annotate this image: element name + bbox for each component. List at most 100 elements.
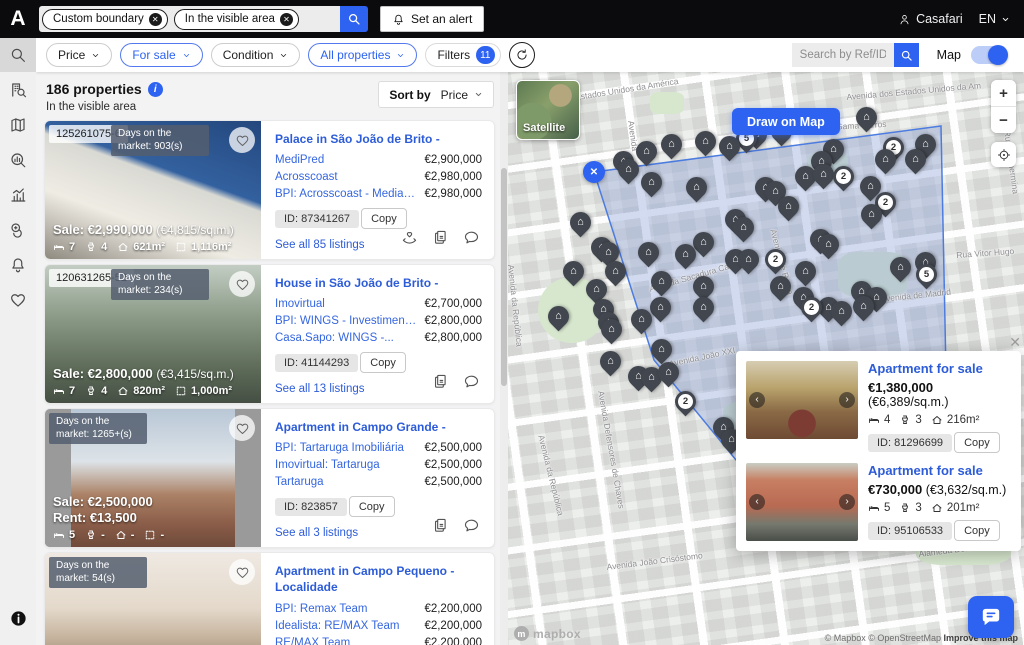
sidebar-item-property-sourcing[interactable] <box>0 72 36 107</box>
photo-next-button[interactable]: › <box>839 494 855 510</box>
map-property-pin[interactable]: ⌂ <box>871 145 901 175</box>
filter-chip-condition[interactable]: Condition <box>211 43 301 67</box>
photo-next-button[interactable]: › <box>839 392 855 408</box>
map-property-pin[interactable]: ⌂ <box>671 240 701 270</box>
map-property-pin[interactable]: ⌂ <box>827 297 857 327</box>
search-filter-chip[interactable]: In the visible area✕ <box>174 9 299 30</box>
source-name-link[interactable]: BPI: Acrosscoast - Mediação... <box>275 186 416 203</box>
filter-chip-all-properties[interactable]: All properties <box>308 43 417 67</box>
property-card[interactable]: 125261075-6 Days on the market: 903(s) S… <box>44 120 495 260</box>
map-property-pin[interactable]: ⌂ <box>627 305 657 335</box>
source-name-link[interactable]: Acrosscoast <box>275 169 338 186</box>
casafari-logo[interactable]: A <box>0 0 36 38</box>
ref-id-search-button[interactable] <box>894 43 919 67</box>
map-property-pin[interactable]: ⌂ <box>647 267 677 297</box>
zoom-in-button[interactable]: + <box>991 80 1016 106</box>
copy-id-button[interactable]: Copy <box>361 208 407 229</box>
remove-chip-icon[interactable]: ✕ <box>149 13 162 26</box>
support-chat-button[interactable] <box>968 596 1014 638</box>
filter-chip-for-sale[interactable]: For sale <box>120 43 202 67</box>
favourite-button[interactable] <box>229 271 255 297</box>
map-property-pin[interactable]: ⌂ <box>729 213 759 243</box>
copy-id-button[interactable]: Copy <box>954 432 1000 453</box>
map-property-pin[interactable]: ⌂ <box>691 127 721 157</box>
map-property-pin[interactable]: ⌂ <box>715 132 745 162</box>
popup-listing[interactable]: ‹ › Apartment for sale €730,000 (€3,632/… <box>746 463 1011 541</box>
sidebar-item-portfolio[interactable] <box>0 212 36 247</box>
photo-prev-button[interactable]: ‹ <box>749 494 765 510</box>
search-filter-chip[interactable]: Custom boundary✕ <box>42 9 168 30</box>
source-name-link[interactable]: BPI: Tartaruga Imobiliária <box>275 440 404 457</box>
documents-icon[interactable] <box>432 373 449 395</box>
sidebar-item-statistics[interactable] <box>0 177 36 212</box>
popup-listing[interactable]: ‹ › Apartment for sale €1,380,000 (€6,38… <box>746 361 1011 453</box>
see-all-listings-link[interactable]: See all 85 listings <box>275 239 365 251</box>
draw-on-map-button[interactable]: Draw on Map <box>732 108 840 135</box>
documents-icon[interactable] <box>432 517 449 539</box>
map-property-pin[interactable]: ⌂ <box>634 238 664 268</box>
documents-icon[interactable] <box>432 229 449 251</box>
mapbox-logo[interactable]: m mapbox <box>514 626 581 641</box>
property-card[interactable]: Days on the market: 1265+(s) Sale: €2,50… <box>44 408 495 548</box>
map-property-pin[interactable]: ⌂ <box>689 293 719 323</box>
location-search-box[interactable]: Custom boundary✕ In the visible area✕ <box>39 6 340 32</box>
sidebar-info-button[interactable] <box>9 609 28 633</box>
map-property-pin[interactable]: ⌂ <box>682 173 712 203</box>
sidebar-item-map-report[interactable] <box>0 107 36 142</box>
property-photo[interactable]: 120631265-52 Days on the market: 234(s) … <box>45 265 261 403</box>
map-property-pin[interactable]: ⌂ <box>849 292 879 322</box>
source-name-link[interactable]: RE/MAX Team <box>275 635 350 645</box>
comments-icon[interactable] <box>463 373 480 395</box>
property-card[interactable]: 120631265-52 Days on the market: 234(s) … <box>44 264 495 404</box>
source-name-link[interactable]: MediPred <box>275 152 324 169</box>
source-name-link[interactable]: Imovirtual: Tartaruga <box>275 457 380 474</box>
map-property-pin[interactable]: ⌂ <box>544 302 574 332</box>
favourite-button[interactable] <box>229 127 255 153</box>
map-property-pin[interactable]: ⌂ <box>614 155 644 185</box>
source-name-link[interactable]: Imovirtual <box>275 296 325 313</box>
sidebar-item-favourites[interactable] <box>0 282 36 317</box>
sidebar-item-alerts[interactable] <box>0 247 36 282</box>
satellite-layer-switch[interactable]: Satellite <box>516 80 580 140</box>
copy-id-button[interactable]: Copy <box>954 520 1000 541</box>
source-name-link[interactable]: Idealista: RE/MAX Team <box>275 618 399 635</box>
user-menu[interactable]: Casafari <box>898 12 963 26</box>
copy-id-button[interactable]: Copy <box>349 496 395 517</box>
source-name-link[interactable]: Casa.Sapo: WINGS -... <box>275 330 394 347</box>
popup-photo[interactable]: ‹ › <box>746 463 858 541</box>
map-property-pin[interactable]: ⌂ <box>596 347 626 377</box>
see-all-listings-link[interactable]: See all 13 listings <box>275 383 365 395</box>
favourite-button[interactable] <box>229 415 255 441</box>
scrollbar-thumb[interactable] <box>501 168 507 386</box>
listing-title[interactable]: House in São João de Brito - Localidade <box>275 275 482 290</box>
property-photo[interactable]: Days on the market: 54(s) <box>45 553 261 645</box>
remove-boundary-button[interactable]: ✕ <box>583 161 605 183</box>
map[interactable]: ✕ Avenida dos Estados Unidos da AméricaA… <box>508 72 1024 645</box>
map-property-pin[interactable]: ⌂ <box>774 192 804 222</box>
source-name-link[interactable]: Tartaruga <box>275 474 324 491</box>
sort-dropdown[interactable]: Sort by Price <box>378 81 494 108</box>
listing-title[interactable]: Apartment in Campo Pequeno - Localidade <box>275 563 482 595</box>
see-all-listings-link[interactable]: See all 3 listings <box>275 527 358 539</box>
copy-id-button[interactable]: Copy <box>360 352 406 373</box>
map-property-pin[interactable]: ⌂ <box>791 257 821 287</box>
map-property-pin[interactable]: ⌂ <box>852 103 882 133</box>
map-property-pin[interactable]: ⌂ <box>657 130 687 160</box>
map-property-pin[interactable]: ⌂ <box>597 315 627 345</box>
map-property-pin[interactable]: ⌂ <box>559 257 589 287</box>
similar-listings-icon[interactable] <box>401 229 418 251</box>
property-card[interactable]: Days on the market: 54(s) Apartment in C… <box>44 552 495 645</box>
sidebar-item-market-analysis[interactable] <box>0 142 36 177</box>
language-selector[interactable]: EN <box>979 12 1010 26</box>
map-property-pin[interactable]: ⌂ <box>814 230 844 260</box>
property-photo[interactable]: 125261075-6 Days on the market: 903(s) S… <box>45 121 261 259</box>
favourite-button[interactable] <box>229 559 255 585</box>
listing-title[interactable]: Apartment in Campo Grande - Localidade <box>275 419 482 434</box>
comments-icon[interactable] <box>463 517 480 539</box>
popup-listing-title[interactable]: Apartment for sale <box>868 361 1011 376</box>
search-button[interactable] <box>340 6 368 32</box>
map-property-pin[interactable]: ⌂ <box>734 245 764 275</box>
listing-title[interactable]: Palace in São João de Brito - Localidade <box>275 131 482 146</box>
comments-icon[interactable] <box>463 229 480 251</box>
zoom-out-button[interactable]: − <box>991 107 1016 133</box>
